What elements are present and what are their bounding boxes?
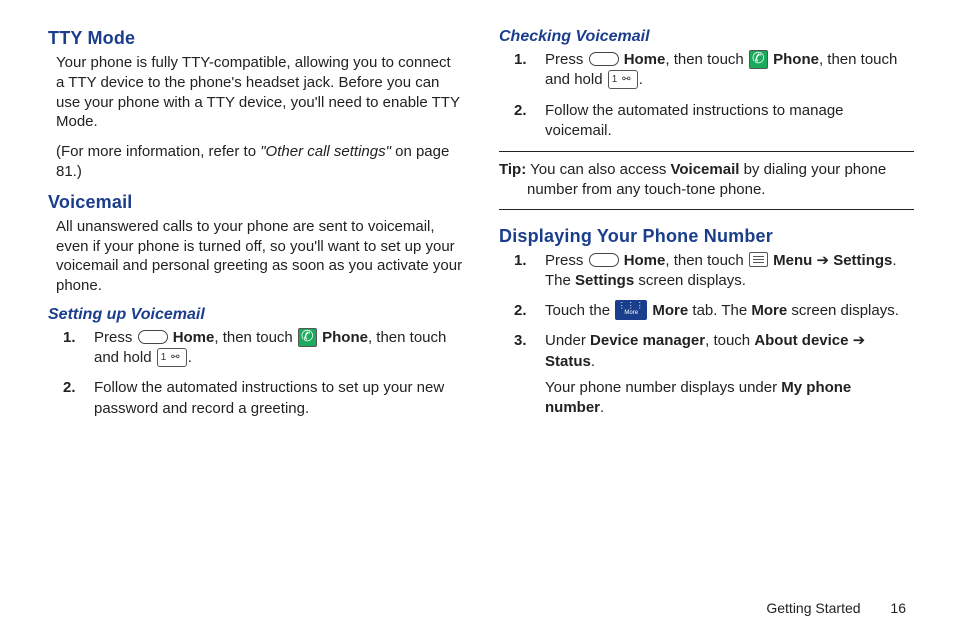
text: , touch [705, 332, 754, 349]
home-label: Home [173, 329, 215, 346]
text: (For more information, refer to [56, 143, 260, 160]
settings-label: Settings [833, 252, 892, 269]
text: , then touch [214, 329, 297, 346]
text: , then touch [665, 51, 748, 68]
checking-voicemail-steps: Press Home, then touch Phone, then touch… [517, 50, 914, 141]
text: About device [754, 332, 848, 349]
text: . [591, 353, 595, 370]
text: Press [94, 329, 137, 346]
right-column: Checking Voicemail Press Home, then touc… [499, 28, 914, 626]
text: Voicemail [670, 161, 739, 178]
text: You can also access [526, 161, 670, 178]
setup-voicemail-steps: Press Home, then touch Phone, then touch… [66, 328, 463, 419]
text: . [188, 349, 192, 366]
text: , then touch [665, 252, 748, 269]
list-item: Press Home, then touch Menu ➔ Settings. … [539, 251, 914, 292]
setting-up-voicemail-heading: Setting up Voicemail [48, 306, 463, 324]
menu-icon [749, 252, 768, 267]
phone-app-icon [298, 328, 317, 347]
home-button-icon [589, 253, 619, 267]
arrow-icon: ➔ [812, 252, 833, 269]
voicemail-paragraph: All unanswered calls to your phone are s… [56, 217, 463, 296]
more-tab-icon [615, 300, 647, 320]
voicemail-heading: Voicemail [48, 192, 463, 213]
phone-app-icon [749, 50, 768, 69]
horizontal-rule [499, 151, 914, 152]
list-item: Press Home, then touch Phone, then touch… [88, 328, 463, 369]
manual-page: TTY Mode Your phone is fully TTY-compati… [0, 0, 954, 636]
text: Your phone number displays under [545, 379, 781, 396]
list-item: Under Device manager, touch About device… [539, 331, 914, 418]
text: Under [545, 332, 590, 349]
tty-mode-paragraph: Your phone is fully TTY-compatible, allo… [56, 53, 463, 132]
text: Status [545, 353, 591, 370]
home-label: Home [624, 51, 666, 68]
horizontal-rule [499, 209, 914, 210]
tty-mode-heading: TTY Mode [48, 28, 463, 49]
text: screen displays. [787, 302, 899, 319]
text: Press [545, 252, 588, 269]
menu-label: Menu [773, 252, 812, 269]
text: More [751, 302, 787, 319]
text: Device manager [590, 332, 705, 349]
keypad-one-icon [157, 348, 187, 367]
page-footer: Getting Started 16 [766, 600, 906, 616]
home-button-icon [138, 330, 168, 344]
list-item: Follow the automated instructions to man… [539, 101, 914, 142]
display-number-steps: Press Home, then touch Menu ➔ Settings. … [517, 251, 914, 419]
list-item: Press Home, then touch Phone, then touch… [539, 50, 914, 91]
tty-mode-reference: (For more information, refer to "Other c… [56, 142, 463, 182]
text: tab. The [688, 302, 751, 319]
list-item: Touch the More tab. The More screen disp… [539, 301, 914, 321]
home-label: Home [624, 252, 666, 269]
page-number: 16 [890, 600, 906, 616]
keypad-one-icon [608, 70, 638, 89]
tip-block: Tip: You can also access Voicemail by di… [499, 160, 914, 201]
phone-label: Phone [322, 329, 368, 346]
more-label: More [652, 302, 688, 319]
text: Press [545, 51, 588, 68]
checking-voicemail-heading: Checking Voicemail [499, 28, 914, 46]
displaying-phone-number-heading: Displaying Your Phone Number [499, 226, 914, 247]
text: Settings [575, 272, 634, 289]
home-button-icon [589, 52, 619, 66]
text: . [639, 71, 643, 88]
section-title: Getting Started [766, 600, 860, 616]
text: screen displays. [634, 272, 746, 289]
reference-link-text: "Other call settings" [260, 143, 391, 160]
left-column: TTY Mode Your phone is fully TTY-compati… [48, 28, 463, 626]
list-item: Follow the automated instructions to set… [88, 378, 463, 419]
phone-label: Phone [773, 51, 819, 68]
arrow-icon: ➔ [849, 332, 866, 349]
tip-label: Tip: [499, 161, 526, 178]
text: Touch the [545, 302, 614, 319]
text: . [600, 399, 604, 416]
